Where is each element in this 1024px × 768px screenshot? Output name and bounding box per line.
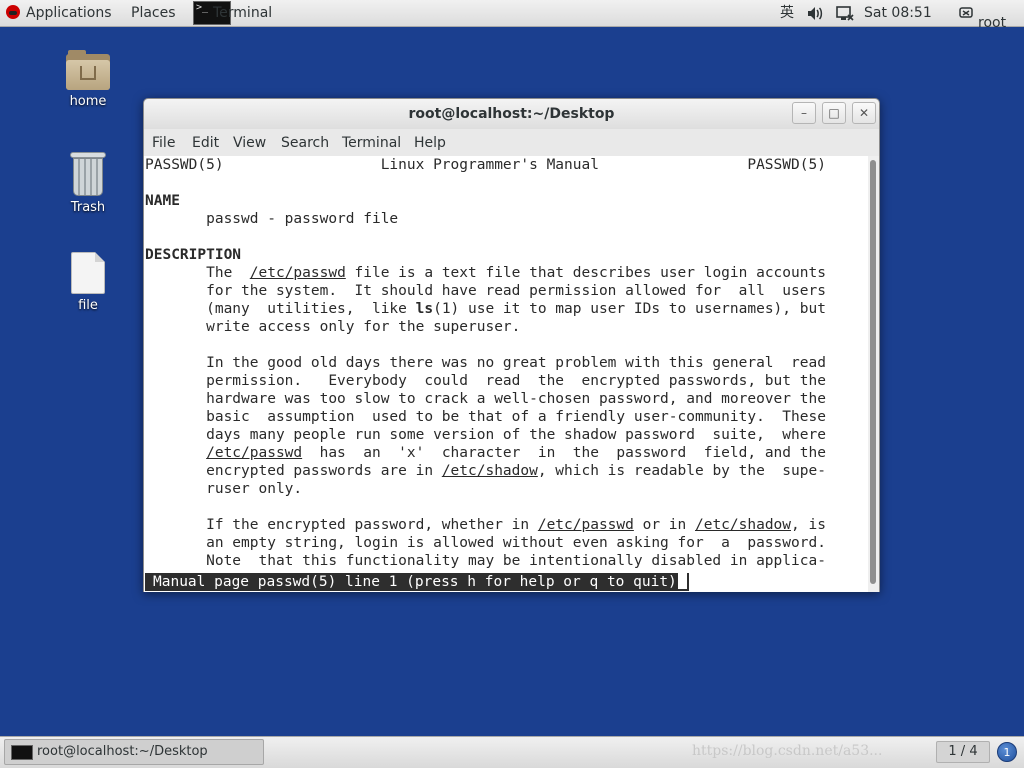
menu-file[interactable]: File [152,129,175,158]
man-line: /etc/passwd has an 'x' character in the … [206,445,826,461]
watermark: https://blog.csdn.net/a53... [692,743,883,759]
close-button[interactable]: ✕ [852,102,876,124]
terminal-cursor [677,573,687,589]
desktop-icon-home[interactable]: home [48,50,128,109]
taskbar-item-terminal[interactable]: root@localhost:~/Desktop [4,739,264,765]
notification-badge[interactable]: 1 [997,742,1017,762]
taskbar-item-label: root@localhost:~/Desktop [37,744,208,759]
file-icon [71,252,105,294]
minimize-button[interactable]: – [792,102,816,124]
menu-edit[interactable]: Edit [192,129,219,158]
man-line: (many utilities, like ls(1) use it to ma… [145,301,826,317]
trash-icon [70,152,106,196]
volume-icon[interactable] [806,0,824,27]
man-line: permission. Everybody could read the enc… [145,373,826,389]
pager-status-text: Manual page passwd(5) line 1 (press h fo… [153,574,677,590]
bottom-panel: root@localhost:~/Desktop https://blog.cs… [0,736,1024,768]
places-menu[interactable]: Places [131,0,176,27]
user-label: root [978,15,1007,31]
terminal-scrollbar[interactable] [868,156,879,592]
home-folder-icon [66,50,110,90]
man-section-heading: DESCRIPTION [145,247,242,263]
man-line: If the encrypted password, whether in /e… [145,517,826,533]
clock[interactable]: Sat 08:51 [864,0,932,27]
man-line: In the good old days there was no great … [145,355,826,371]
user-icon [959,7,973,18]
redhat-logo-icon [6,5,20,19]
terminal-output[interactable]: PASSWD(5) Linux Programmer's Manual PASS… [144,156,868,592]
scrollbar-thumb[interactable] [870,160,876,584]
terminal-window: root@localhost:~/Desktop – □ ✕ File Edit… [143,98,880,592]
input-method-indicator[interactable]: 英 [780,0,794,27]
desktop-icon-label: Trash [70,200,106,215]
man-line: for the system. It should have read perm… [145,283,826,299]
man-line: encrypted passwords are in /etc/shadow, … [145,463,826,479]
desktop-icon-label: file [78,298,98,313]
menu-search[interactable]: Search [281,129,329,158]
user-menu[interactable]: root [958,0,1006,31]
man-line: passwd - password file [145,211,399,227]
pager-status-line: Manual page passwd(5) line 1 (press h fo… [145,573,689,591]
terminal-app-menu[interactable]: Terminal [213,0,272,27]
man-line: days many people run some version of the… [145,427,826,443]
man-line: ruser only. [145,481,303,497]
menu-view[interactable]: View [233,129,266,158]
man-line: The /etc/passwd file is a text file that… [145,265,826,281]
window-titlebar[interactable]: root@localhost:~/Desktop – □ ✕ [144,99,879,129]
man-line: an empty string, login is allowed withou… [145,535,826,551]
applications-menu[interactable]: Applications [6,0,112,27]
desktop-icon-trash[interactable]: Trash [48,152,128,215]
menu-help[interactable]: Help [414,129,446,158]
man-line: write access only for the superuser. [145,319,521,335]
man-line: hardware was too slow to crack a well-ch… [145,391,826,407]
desktop-icon-label: home [69,94,107,109]
terminal-icon [11,745,33,760]
top-panel: Applications Places >_ Terminal 英 Sat 08… [0,0,1024,31]
network-icon[interactable] [835,0,855,27]
desktop-icon-file[interactable]: file [48,252,128,313]
menu-terminal[interactable]: Terminal [342,129,401,158]
menubar: File Edit View Search Terminal Help [144,129,879,156]
man-line: PASSWD(5) Linux Programmer's Manual PASS… [145,157,826,173]
man-line: basic assumption used to be that of a fr… [145,409,826,425]
workspace-indicator[interactable]: 1 / 4 [936,741,990,763]
applications-label: Applications [26,5,112,21]
window-title: root@localhost:~/Desktop [408,106,615,122]
man-section-heading: NAME [145,193,180,209]
maximize-button[interactable]: □ [822,102,846,124]
man-line: Note that this functionality may be inte… [145,553,826,569]
